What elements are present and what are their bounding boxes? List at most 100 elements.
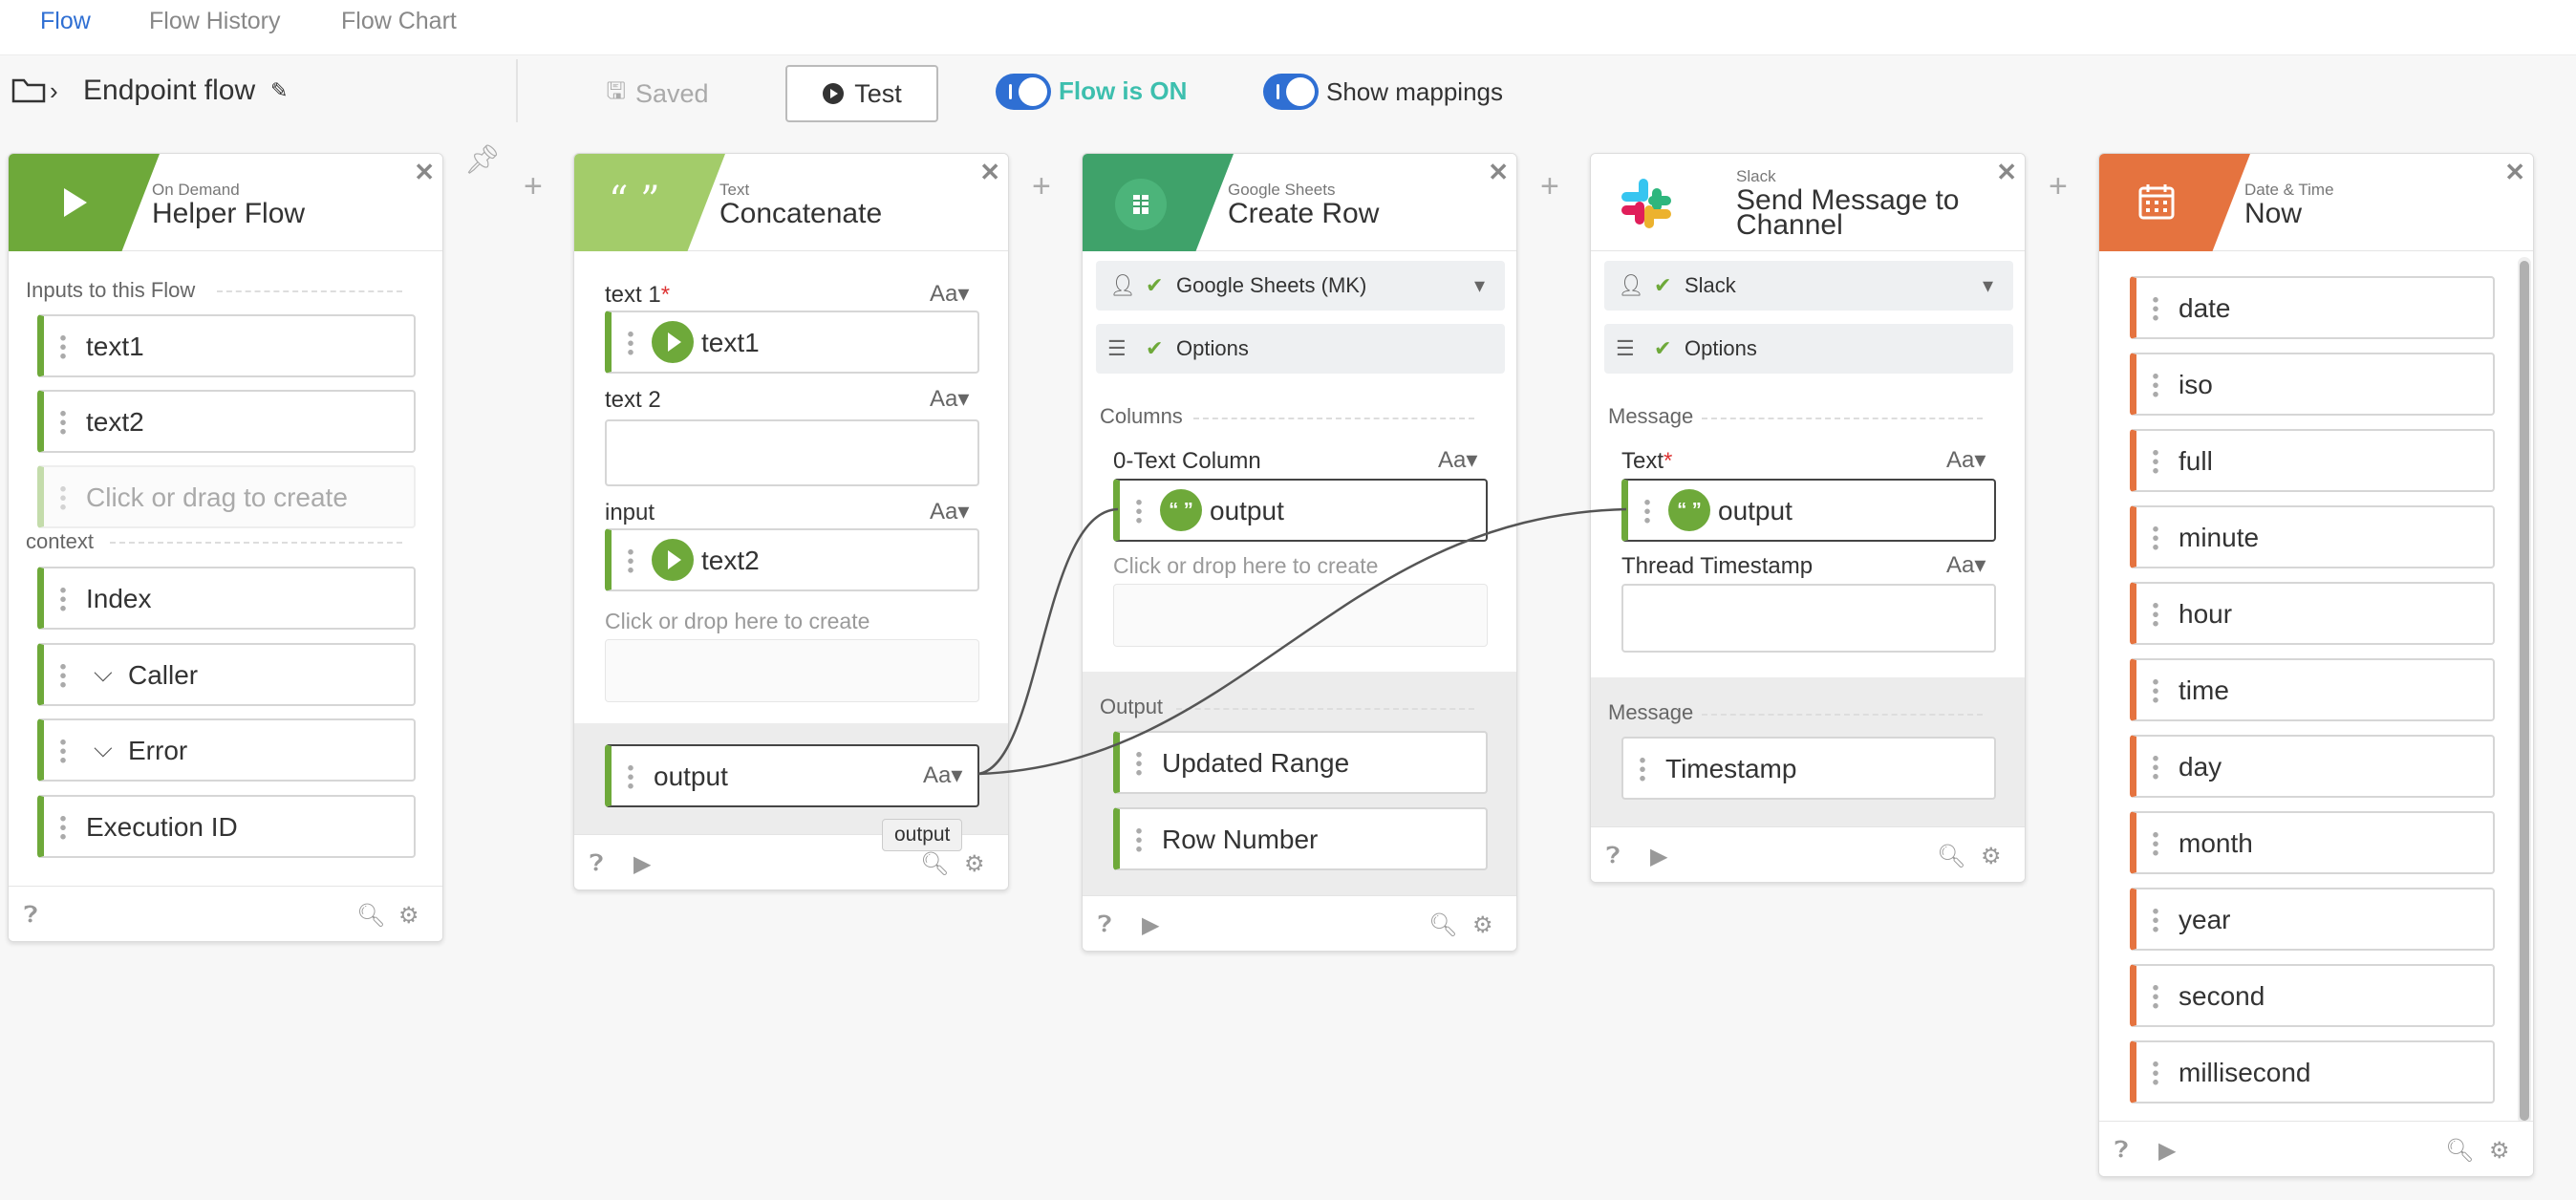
pencil-icon[interactable]: ✎ (270, 78, 288, 103)
column-field[interactable]: “ ” output (1113, 479, 1488, 542)
drag-handle-icon[interactable] (2150, 830, 2161, 857)
drag-handle-icon[interactable] (625, 547, 636, 574)
text-type-dropdown[interactable]: Aa▾ (930, 498, 969, 525)
text1-field[interactable]: text1 (605, 311, 979, 374)
help-icon[interactable]: ❓︎ (1098, 911, 1111, 938)
thread-timestamp-textarea[interactable] (1621, 584, 1996, 653)
text2-textarea[interactable] (605, 419, 979, 486)
connection-select[interactable]: 👤︎ ✔ Slack ▾ (1604, 261, 2013, 311)
options-row[interactable]: ☰ ✔ Options (1096, 324, 1505, 374)
gear-icon[interactable]: ⚙ (2489, 1137, 2510, 1165)
tab-flow-history[interactable]: Flow History (149, 8, 281, 35)
drag-handle-icon[interactable] (1642, 498, 1653, 525)
text-type-dropdown[interactable]: Aa▾ (930, 280, 969, 308)
context-field[interactable]: ⌵ Caller (37, 643, 416, 706)
text-type-dropdown[interactable]: Aa▾ (930, 385, 969, 413)
output-field[interactable]: year (2130, 888, 2495, 951)
input-field[interactable]: text2 (37, 390, 416, 453)
chevron-down-icon[interactable]: ⌵ (94, 658, 113, 689)
gear-icon[interactable]: ⚙ (1981, 843, 2002, 870)
output-field[interactable]: second (2130, 964, 2495, 1027)
text-type-dropdown[interactable]: Aa▾ (923, 761, 962, 789)
flow-name[interactable]: Endpoint flow (83, 75, 255, 107)
search-icon[interactable]: 🔍︎ (356, 902, 385, 930)
search-icon[interactable]: 🔍︎ (2445, 1137, 2474, 1165)
input-field[interactable]: text1 (37, 314, 416, 377)
close-icon[interactable]: ✕ (1996, 158, 2017, 187)
output-field[interactable]: millisecond (2130, 1040, 2495, 1104)
output-field[interactable]: Timestamp (1621, 737, 1996, 800)
close-icon[interactable]: ✕ (414, 158, 435, 187)
output-field[interactable]: month (2130, 811, 2495, 874)
close-icon[interactable]: ✕ (2504, 158, 2525, 187)
context-field[interactable]: Execution ID (37, 795, 416, 858)
close-icon[interactable]: ✕ (979, 158, 1000, 187)
text-type-dropdown[interactable]: Aa▾ (1946, 551, 1986, 579)
drag-handle-icon[interactable] (1133, 498, 1145, 525)
search-icon[interactable]: 🔍︎ (1937, 843, 1965, 870)
close-icon[interactable]: ✕ (1488, 158, 1509, 187)
context-field[interactable]: ⌵ Error (37, 718, 416, 782)
add-step-plus-icon[interactable]: + (524, 168, 543, 205)
gear-icon[interactable]: ⚙ (398, 902, 419, 930)
flow-on-toggle[interactable] (996, 74, 1051, 110)
run-icon[interactable]: ▶ (1142, 911, 1159, 939)
output-field[interactable]: date (2130, 276, 2495, 339)
drag-handle-icon[interactable] (2150, 754, 2161, 781)
folder-icon[interactable] (11, 76, 46, 103)
pin-icon[interactable]: 📌︎ (464, 143, 501, 177)
output-field[interactable]: Updated Range (1113, 731, 1488, 794)
drag-handle-icon[interactable] (2150, 1060, 2161, 1086)
add-step-plus-icon[interactable]: + (1540, 168, 1559, 205)
add-step-plus-icon[interactable]: + (1032, 168, 1051, 205)
help-icon[interactable]: ❓︎ (2114, 1137, 2128, 1164)
output-field[interactable]: minute (2130, 505, 2495, 568)
drag-handle-icon[interactable] (2150, 601, 2161, 628)
gear-icon[interactable]: ⚙ (1472, 911, 1493, 939)
options-row[interactable]: ☰ ✔ Options (1604, 324, 2013, 374)
tab-flow[interactable]: Flow (40, 8, 91, 35)
drag-handle-icon[interactable] (57, 586, 69, 612)
drag-handle-icon[interactable] (1133, 750, 1145, 777)
drag-handle-icon[interactable] (57, 662, 69, 689)
drag-handle-icon[interactable] (57, 333, 69, 360)
scrollbar-thumb[interactable] (2520, 261, 2529, 1121)
drag-handle-icon[interactable] (57, 814, 69, 841)
drag-handle-icon[interactable] (2150, 677, 2161, 704)
output-field[interactable]: day (2130, 735, 2495, 798)
output-field[interactable]: time (2130, 658, 2495, 721)
drop-area[interactable] (605, 639, 979, 702)
drag-handle-icon[interactable] (1133, 826, 1145, 853)
output-field[interactable]: output Aa▾ (605, 744, 979, 807)
drag-handle-icon[interactable] (2150, 372, 2161, 398)
drag-handle-icon[interactable] (2150, 448, 2161, 475)
help-icon[interactable]: ❓︎ (24, 902, 37, 929)
drag-handle-icon[interactable] (2150, 907, 2161, 933)
drag-handle-icon[interactable] (57, 738, 69, 764)
saved-button[interactable]: 🖫 Saved (600, 67, 715, 120)
connection-select[interactable]: 👤︎ ✔ Google Sheets (MK) ▾ (1096, 261, 1505, 311)
search-icon[interactable]: 🔍︎ (1428, 911, 1457, 939)
drag-handle-icon[interactable] (2150, 983, 2161, 1010)
output-field[interactable]: Row Number (1113, 807, 1488, 870)
text-field[interactable]: “ ” output (1621, 479, 1996, 542)
drag-handle-icon[interactable] (1637, 756, 1648, 782)
run-icon[interactable]: ▶ (1650, 843, 1667, 870)
search-icon[interactable]: 🔍︎ (920, 850, 949, 878)
scrollbar-track[interactable] (2518, 257, 2531, 1125)
run-icon[interactable]: ▶ (633, 850, 651, 878)
chevron-down-icon[interactable]: ⌵ (94, 734, 113, 764)
show-mappings-toggle[interactable] (1263, 74, 1319, 110)
gear-icon[interactable]: ⚙ (964, 850, 985, 878)
input-field[interactable]: text2 (605, 528, 979, 591)
drag-handle-icon[interactable] (2150, 525, 2161, 551)
tab-flow-chart[interactable]: Flow Chart (341, 8, 457, 35)
create-input-field[interactable]: Click or drag to create (37, 465, 416, 528)
drag-handle-icon[interactable] (625, 763, 636, 790)
text-type-dropdown[interactable]: Aa▾ (1946, 446, 1986, 474)
help-icon[interactable]: ❓︎ (1606, 843, 1620, 869)
output-field[interactable]: hour (2130, 582, 2495, 645)
help-icon[interactable]: ❓︎ (590, 850, 603, 877)
output-field[interactable]: full (2130, 429, 2495, 492)
drag-handle-icon[interactable] (625, 330, 636, 356)
